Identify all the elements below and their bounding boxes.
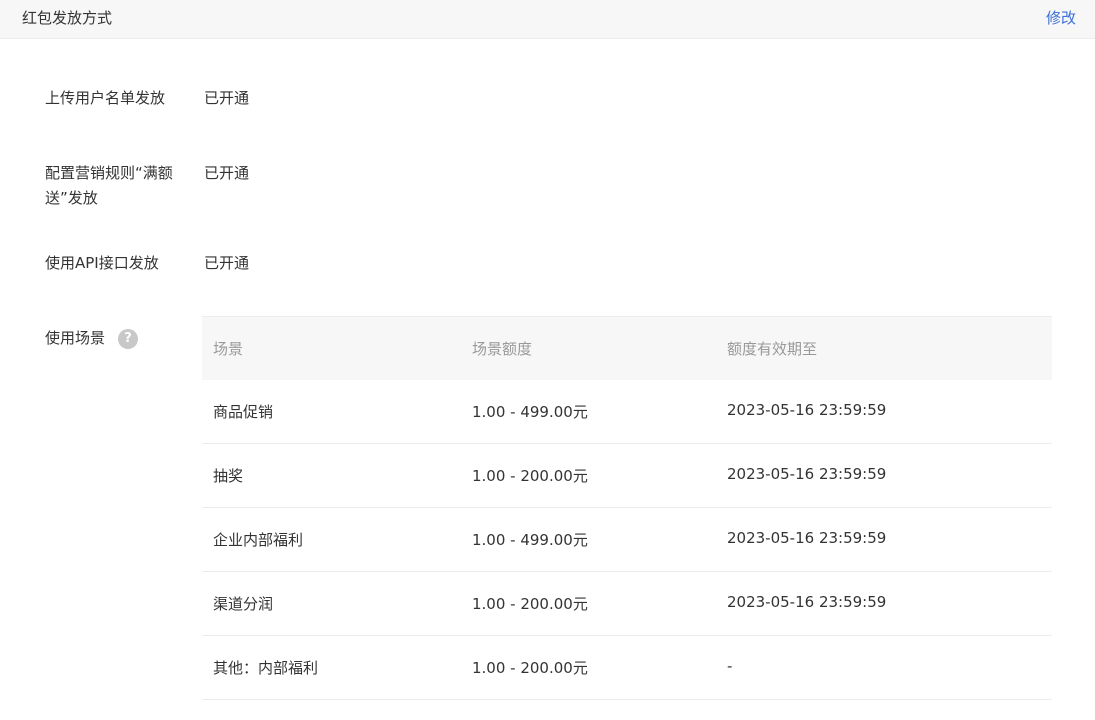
upload-list-status: 已开通	[204, 89, 250, 107]
scene-table: 场景 场景额度 额度有效期至 商品促销 1.00 - 499.00元 2023-…	[202, 316, 1052, 700]
expiry-cell: 2023-05-16 23:59:59	[727, 401, 887, 419]
amount-cell: 1.00 - 499.00元	[472, 531, 588, 549]
scene-cell: 商品促销	[213, 403, 274, 421]
amount-cell: 1.00 - 200.00元	[472, 467, 588, 485]
amount-cell: 1.00 - 200.00元	[472, 595, 588, 613]
usage-scene-label: 使用场景	[45, 329, 106, 347]
expiry-cell: 2023-05-16 23:59:59	[727, 529, 887, 547]
table-row: 抽奖 1.00 - 200.00元 2023-05-16 23:59:59	[202, 444, 1052, 508]
column-header-amount: 场景额度	[472, 340, 533, 358]
column-header-scene: 场景	[213, 340, 244, 358]
marketing-rule-status: 已开通	[204, 164, 250, 182]
payout-method-panel: 红包发放方式 修改 上传用户名单发放 已开通 配置营销规则“满额送”发放 已开通…	[0, 0, 1095, 720]
table-row: 商品促销 1.00 - 499.00元 2023-05-16 23:59:59	[202, 380, 1052, 444]
expiry-cell: 2023-05-16 23:59:59	[727, 593, 887, 611]
table-row: 渠道分润 1.00 - 200.00元 2023-05-16 23:59:59	[202, 572, 1052, 636]
edit-link[interactable]: 修改	[1046, 7, 1076, 28]
upload-list-label: 上传用户名单发放	[45, 89, 166, 107]
table-row: 企业内部福利 1.00 - 499.00元 2023-05-16 23:59:5…	[202, 508, 1052, 572]
column-header-expiry: 额度有效期至	[727, 340, 818, 358]
question-circle-icon[interactable]: ?	[118, 329, 138, 349]
panel-title: 红包发放方式	[22, 9, 113, 27]
marketing-rule-label: 配置营销规则“满额送”发放	[45, 164, 173, 207]
table-row: 其他：内部福利 1.00 - 200.00元 -	[202, 636, 1052, 700]
api-label: 使用API接口发放	[45, 254, 159, 272]
scene-cell: 其他：内部福利	[213, 659, 319, 677]
amount-cell: 1.00 - 200.00元	[472, 659, 588, 677]
scene-cell: 企业内部福利	[213, 531, 304, 549]
scene-cell: 渠道分润	[213, 595, 274, 613]
scene-cell: 抽奖	[213, 467, 244, 485]
table-header: 场景 场景额度 额度有效期至	[202, 316, 1052, 380]
panel-header: 红包发放方式 修改	[0, 0, 1095, 39]
expiry-cell: 2023-05-16 23:59:59	[727, 465, 887, 483]
amount-cell: 1.00 - 499.00元	[472, 403, 588, 421]
expiry-cell: -	[727, 657, 733, 675]
api-status: 已开通	[204, 254, 250, 272]
